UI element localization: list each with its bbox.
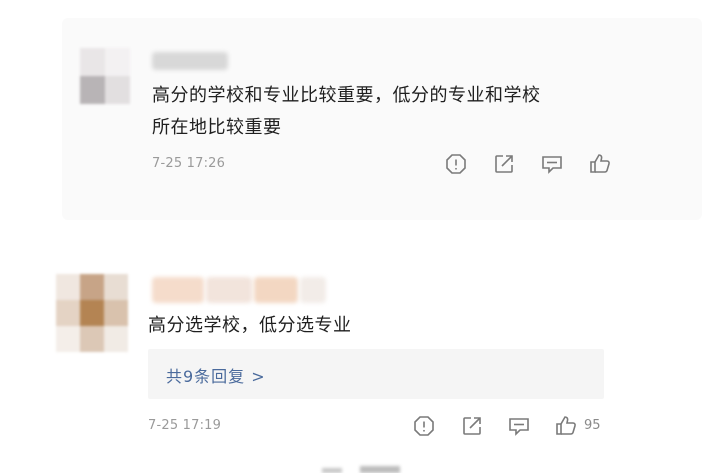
reply-icon[interactable] — [507, 414, 531, 438]
like-count: 95 — [584, 418, 601, 433]
comment-1-avatar[interactable] — [80, 48, 130, 104]
comment-1-username[interactable] — [152, 52, 228, 70]
comment-2-timestamp: 7-25 17:19 — [148, 418, 222, 433]
comment-2-avatar[interactable] — [56, 274, 128, 352]
share-icon[interactable] — [492, 152, 516, 176]
comment-2-username-block-1 — [152, 277, 204, 303]
comment-2-username-block-4 — [300, 277, 326, 303]
comment-2-username-block-3 — [254, 277, 298, 303]
like-icon[interactable] — [588, 152, 612, 176]
like-icon[interactable] — [554, 414, 578, 438]
view-replies-label: 共9条回复 > — [166, 367, 266, 386]
comment-1-text-line-1: 高分的学校和专业比较重要，低分的专业和学校 — [152, 85, 541, 106]
report-icon[interactable] — [412, 414, 436, 438]
reply-icon[interactable] — [540, 152, 564, 176]
view-replies-button[interactable]: 共9条回复 > — [148, 349, 604, 399]
report-icon[interactable] — [444, 152, 468, 176]
cut-off-content — [322, 466, 400, 473]
comment-2-username-block-2 — [206, 277, 252, 303]
share-icon[interactable] — [460, 414, 484, 438]
comment-1-text-line-2: 所在地比较重要 — [152, 117, 282, 138]
comment-1-timestamp: 7-25 17:26 — [152, 156, 226, 171]
comment-2-text: 高分选学校，低分选专业 — [148, 315, 352, 336]
